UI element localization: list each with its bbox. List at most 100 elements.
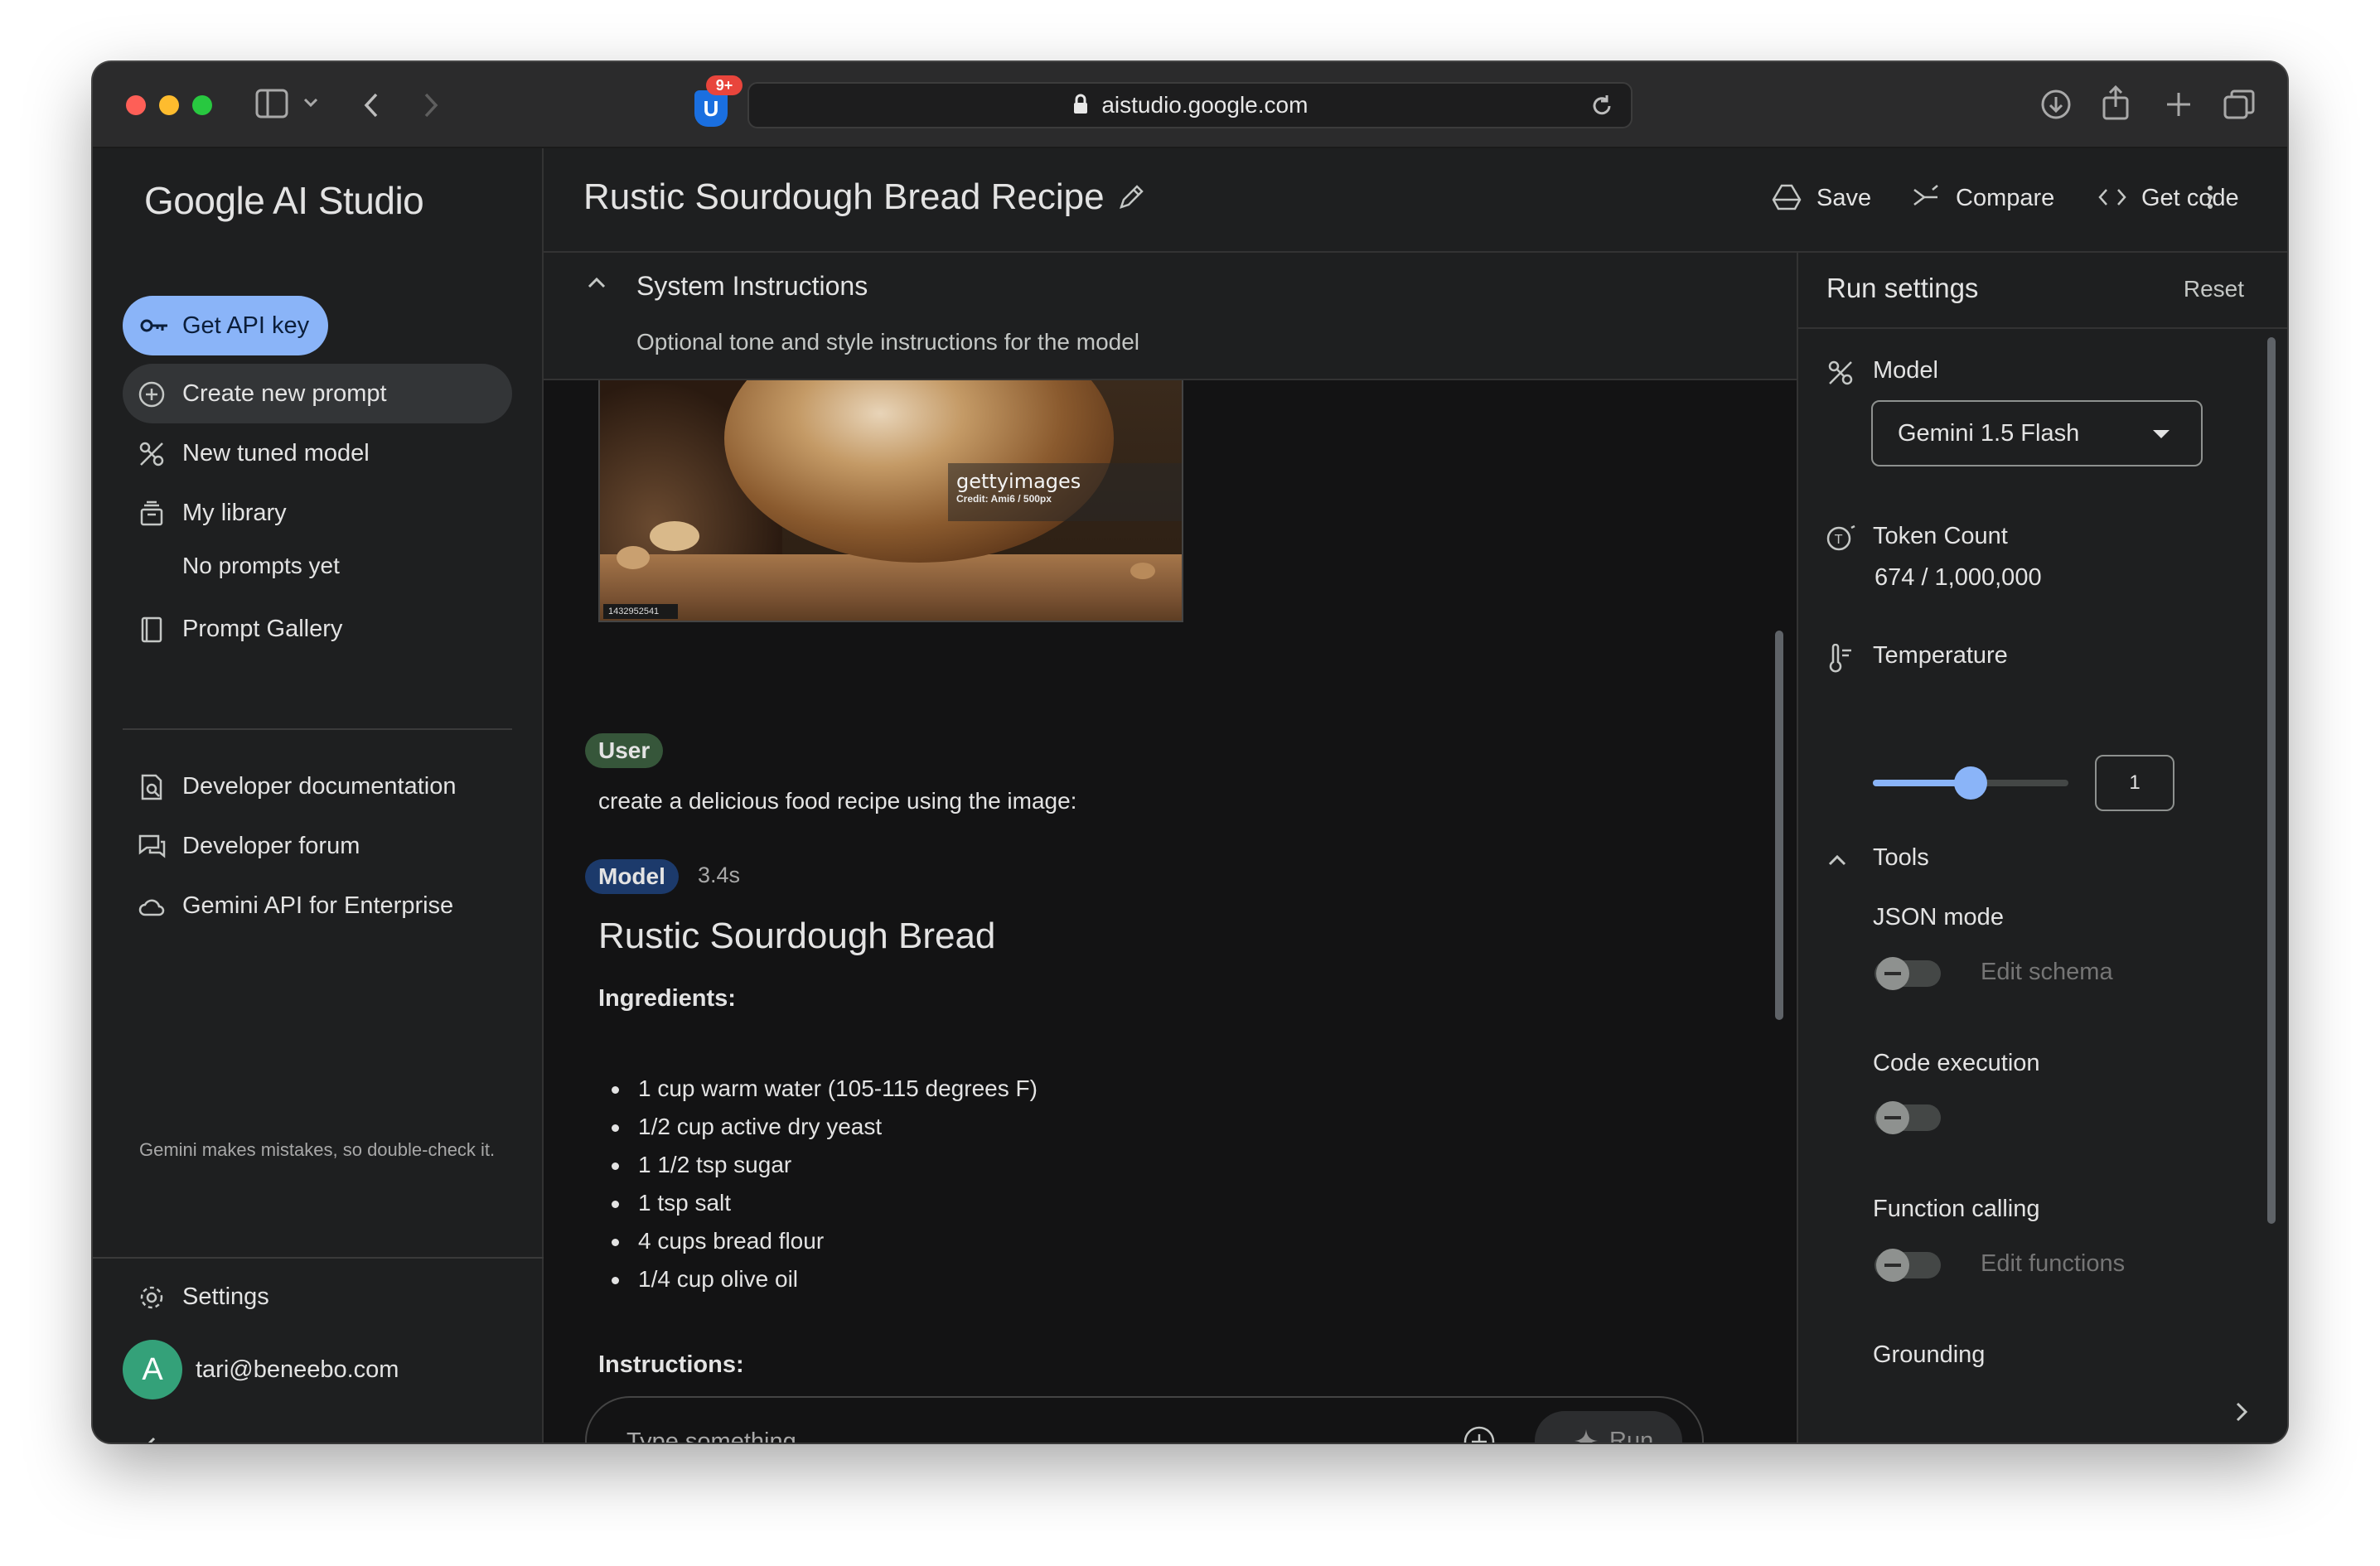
system-instructions-panel[interactable]: System Instructions Optional tone and st…	[544, 253, 1797, 380]
sidebar-item-prompt-gallery[interactable]: Prompt Gallery	[123, 599, 512, 659]
add-media-icon[interactable]	[1462, 1424, 1497, 1443]
maximize-window-button[interactable]	[192, 95, 212, 115]
tools-label[interactable]: Tools	[1873, 844, 1929, 872]
new-tab-icon[interactable]	[2165, 90, 2193, 118]
ingredients-heading: Ingredients:	[598, 985, 736, 1012]
prompt-header: Rustic Sourdough Bread Recipe Save Compa…	[544, 148, 2287, 253]
url-text: aistudio.google.com	[1101, 92, 1309, 118]
download-icon[interactable]	[2040, 89, 2072, 120]
temperature-label: Temperature	[1873, 642, 2008, 669]
prompt-input[interactable]	[626, 1423, 1455, 1443]
sidebar-link-developer-forum[interactable]: Developer forum	[123, 816, 512, 876]
watermark-credit: Credit: Ami6 / 500px	[956, 493, 1052, 505]
sidebar-link-gemini-enterprise[interactable]: Gemini API for Enterprise	[123, 876, 512, 935]
user-message: create a delicious food recipe using the…	[598, 788, 1077, 814]
minimize-window-button[interactable]	[159, 95, 179, 115]
lock-icon	[1073, 94, 1087, 114]
tab-overview-icon[interactable]	[2223, 89, 2256, 120]
cloud-icon	[138, 899, 165, 916]
close-window-button[interactable]	[126, 95, 146, 115]
function-calling-toggle[interactable]	[1874, 1249, 1941, 1282]
ingredients-list: 1 cup warm water (105-115 degrees F) 1/2…	[598, 1070, 1038, 1298]
model-dropdown[interactable]: Gemini 1.5 Flash	[1871, 400, 2203, 466]
instructions-heading: Instructions:	[598, 1351, 744, 1378]
get-code-button[interactable]: Get code	[2097, 181, 2239, 215]
settings-scrollbar[interactable]	[2267, 337, 2276, 1224]
browser-toolbar: U 9+ aistudio.google.com	[93, 62, 2287, 148]
json-mode-toggle[interactable]	[1874, 957, 1941, 990]
compare-button[interactable]: Compare	[1911, 181, 2054, 215]
sidebar-link-label: Developer forum	[182, 833, 360, 859]
chat-panel: System Instructions Optional tone and st…	[544, 253, 1798, 1443]
temperature-slider[interactable]	[1873, 766, 2068, 800]
json-mode-label: JSON mode	[1873, 904, 2004, 930]
reload-icon[interactable]	[1589, 94, 1614, 118]
prompt-input-box[interactable]: Run	[585, 1396, 1704, 1443]
sidebar-item-label: New tuned model	[182, 440, 370, 466]
sidebar-item-my-library[interactable]: My library	[123, 483, 512, 543]
thermometer-icon	[1829, 644, 1851, 673]
sidebar-link-developer-documentation[interactable]: Developer documentation	[123, 756, 512, 816]
token-icon: T	[1826, 524, 1855, 551]
plus-circle-icon	[138, 381, 165, 408]
sidebar-item-new-tuned-model[interactable]: New tuned model	[123, 423, 512, 483]
list-item: 1/2 cup active dry yeast	[598, 1108, 1038, 1146]
get-api-key-button[interactable]: Get API key	[123, 296, 328, 355]
sparkle-icon	[1575, 1429, 1598, 1443]
code-execution-label: Code execution	[1873, 1050, 2040, 1076]
chat-scrollbar[interactable]	[1775, 631, 1783, 1020]
save-button[interactable]: Save	[1772, 181, 1871, 215]
more-options-icon[interactable]	[2206, 185, 2214, 214]
avatar[interactable]: A	[123, 1340, 182, 1399]
sidebar-link-label: Developer documentation	[182, 773, 457, 800]
temperature-input[interactable]: 1	[2095, 755, 2174, 811]
forward-icon[interactable]	[423, 92, 439, 118]
list-item: 1 cup warm water (105-115 degrees F)	[598, 1070, 1038, 1108]
gear-icon	[140, 1286, 163, 1309]
sidebar-toggle-icon[interactable]	[255, 89, 288, 118]
list-item: 1 1/2 tsp sugar	[598, 1146, 1038, 1184]
chevron-right-icon[interactable]	[2234, 1401, 2249, 1427]
extension-badge: 9+	[706, 75, 743, 95]
address-bar[interactable]: aistudio.google.com	[747, 82, 1633, 128]
sidebar: Google AI Studio Get API key Create new …	[93, 148, 544, 1443]
share-icon[interactable]	[2102, 85, 2130, 120]
back-icon[interactable]	[363, 92, 380, 118]
browser-window: U 9+ aistudio.google.com Google AI Studi…	[93, 62, 2287, 1443]
code-execution-toggle[interactable]	[1874, 1101, 1941, 1134]
chevron-up-icon[interactable]	[1826, 853, 1848, 868]
list-item: 1/4 cup olive oil	[598, 1260, 1038, 1298]
walnut	[617, 546, 650, 569]
disclaimer-text: Gemini makes mistakes, so double-check i…	[139, 1139, 496, 1160]
walnut	[1130, 563, 1155, 579]
sidebar-item-create-new-prompt[interactable]: Create new prompt	[123, 364, 512, 423]
user-role-chip: User	[585, 733, 664, 768]
temperature-slider-thumb[interactable]	[1954, 766, 1987, 800]
forum-icon	[138, 834, 166, 858]
user-email: tari@beneebo.com	[196, 1356, 399, 1383]
reset-button[interactable]: Reset	[2184, 276, 2244, 302]
chevron-down-icon[interactable]	[303, 97, 318, 109]
get-api-key-label: Get API key	[182, 312, 310, 339]
image-board	[600, 554, 1182, 621]
run-settings-title: Run settings	[1826, 273, 1979, 303]
book-icon	[141, 616, 162, 643]
response-latency: 3.4s	[698, 863, 741, 887]
system-instructions-placeholder[interactable]: Optional tone and style instructions for…	[636, 329, 1139, 355]
extension-icon[interactable]: U	[694, 90, 728, 127]
bread-image[interactable]: gettyimages Credit: Ami6 / 500px 1432952…	[598, 380, 1183, 622]
chevron-up-icon[interactable]	[587, 276, 607, 293]
settings-button[interactable]: Settings	[123, 1272, 269, 1322]
collapse-sidebar-icon[interactable]	[143, 1436, 157, 1443]
edit-title-icon[interactable]	[1117, 183, 1145, 215]
image-watermark: gettyimages Credit: Ami6 / 500px	[948, 463, 1182, 521]
model-role-chip: Model	[585, 859, 679, 894]
code-icon	[2098, 189, 2126, 205]
token-count-value: 674 / 1,000,000	[1874, 564, 2042, 591]
prompt-title[interactable]: Rustic Sourdough Bread Recipe	[583, 176, 1105, 218]
edit-functions-link[interactable]: Edit functions	[1981, 1250, 2125, 1278]
run-button[interactable]: Run	[1535, 1411, 1682, 1443]
sidebar-divider	[123, 728, 512, 730]
edit-schema-link[interactable]: Edit schema	[1981, 959, 2113, 986]
tune-icon	[139, 442, 164, 466]
